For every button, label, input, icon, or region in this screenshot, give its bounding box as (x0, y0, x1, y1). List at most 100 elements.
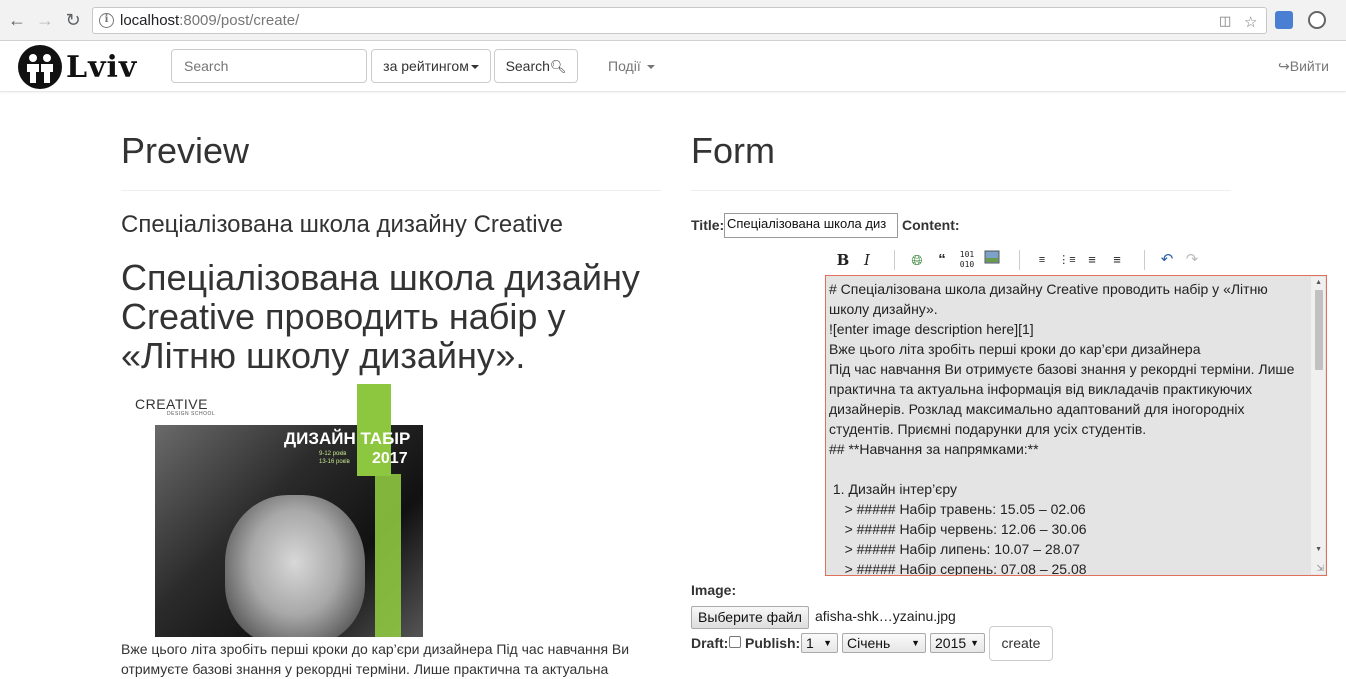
heading-icon[interactable]: ≡ (1083, 250, 1101, 270)
editor-line: > ##### Набір серпень: 07.08 – 25.08 (829, 561, 1087, 576)
poster-brand-sub: DESIGN SCHOOL (167, 411, 216, 417)
code-icon[interactable]: 101 010 (958, 250, 976, 270)
publish-month-select[interactable]: Січень ▼ (842, 633, 926, 653)
redo-icon[interactable]: ↷ (1183, 250, 1201, 270)
poster-green-bar-bottom (375, 474, 401, 637)
events-menu-label: Події (608, 58, 641, 74)
poster-ages-2: 13-16 років (319, 459, 350, 465)
search-button[interactable]: Search🔍︎ (494, 49, 578, 83)
events-menu[interactable]: Події (608, 58, 655, 74)
horizontal-rule-icon[interactable]: ≡ (1108, 250, 1126, 270)
editor-line: # Спеціалізована школа дизайну Creative … (829, 281, 1268, 297)
blockquote-icon[interactable]: “ (933, 250, 951, 270)
title-input[interactable]: Спеціалізована школа диз (724, 213, 898, 238)
toolbar-separator (1019, 250, 1020, 270)
ublock-extension-icon[interactable] (1308, 11, 1326, 29)
search-icon: 🔍︎ (549, 59, 567, 74)
logo-figures-icon (18, 45, 62, 89)
link-icon[interactable]: 🌐︎ (908, 250, 926, 270)
publish-year-select[interactable]: 2015 ▼ (930, 633, 985, 653)
poster-brand: CREATIVE (135, 396, 208, 412)
resize-handle-icon[interactable]: ⇲ (1316, 563, 1324, 574)
caret-down-icon (646, 65, 655, 70)
toolbar-separator (894, 250, 895, 270)
draft-checkbox[interactable] (729, 636, 741, 648)
preview-poster-image: CREATIVE DESIGN SCHOOL ДИЗАЙН ТАБІР 9-12… (121, 384, 431, 637)
bookmark-star-icon[interactable]: ☆ (1244, 13, 1257, 31)
publish-label: Publish: (745, 635, 801, 651)
bulleted-list-icon[interactable]: ⋮≡ (1058, 250, 1076, 270)
search-input[interactable] (171, 49, 367, 83)
translate-icon[interactable]: ◫ (1219, 13, 1231, 29)
editor-toolbar: B I 🌐︎ “ 101 010 ≡ ⋮≡ ≡ ≡ ↶ ↷ (826, 248, 1326, 272)
site-logo[interactable]: Lviv (18, 45, 158, 89)
editor-line: > ##### Набір травень: 15.05 – 02.06 (829, 501, 1086, 517)
image-icon[interactable] (983, 250, 1001, 270)
logout-label: Вийти (1289, 58, 1329, 74)
image-label: Image: (691, 582, 737, 598)
site-navbar: Lviv за рейтингом Search🔍︎ Події ↪Вийти (0, 41, 1346, 92)
editor-line: 1. Дизайн інтер’єру (829, 481, 957, 497)
address-bar[interactable]: i localhost:8009/post/create/ ◫ ☆ (92, 7, 1267, 34)
preview-heading: Preview (121, 130, 250, 171)
logout-link[interactable]: ↪Вийти (1278, 58, 1329, 75)
content-label: Content: (902, 217, 960, 233)
draft-label: Draft: (691, 635, 729, 651)
create-button[interactable]: create (989, 626, 1053, 661)
poster-camp-title: ДИЗАЙН ТАБІР (284, 429, 411, 448)
title-label: Title: (691, 217, 725, 233)
sort-dropdown-button[interactable]: за рейтингом (371, 49, 491, 83)
form-divider (691, 190, 1231, 191)
toolbar-separator (1144, 250, 1145, 270)
select-arrow-icon: ▼ (970, 638, 979, 648)
select-arrow-icon: ▼ (823, 638, 832, 648)
editor-line: ![enter image description here][1] (829, 321, 1034, 337)
publish-year-value: 2015 (935, 635, 967, 651)
caret-down-icon (470, 65, 479, 70)
editor-line: > ##### Набір червень: 12.06 – 30.06 (829, 521, 1087, 537)
editor-line: школу дизайну». (829, 301, 938, 317)
publish-day-value: 1 (806, 635, 814, 651)
site-info-icon[interactable]: i (99, 13, 114, 28)
back-icon[interactable]: ← (6, 9, 28, 31)
logout-icon: ↪ (1278, 58, 1290, 74)
scroll-down-icon[interactable]: ▼ (1315, 546, 1322, 553)
editor-line: дизайнерів. Розклад максимально адаптова… (829, 401, 1245, 417)
select-arrow-icon: ▼ (911, 638, 920, 648)
form-heading: Form (691, 130, 775, 171)
browser-chrome: ← → ↻ i localhost:8009/post/create/ ◫ ☆ (0, 0, 1346, 41)
reload-icon[interactable]: ↻ (62, 9, 84, 31)
numbered-list-icon[interactable]: ≡ (1033, 250, 1051, 270)
textarea-scrollbar-thumb[interactable] (1315, 290, 1323, 370)
google-translate-extension-icon[interactable] (1275, 11, 1293, 29)
sort-dropdown-label: за рейтингом (383, 58, 469, 74)
editor-line: Під час навчання Ви отримуєте базові зна… (829, 361, 1295, 377)
poster-face (225, 495, 365, 637)
editor-line: Вже цього літа зробіть перші кроки до ка… (829, 341, 1201, 357)
editor-line: практична та актуальна інформація від ви… (829, 381, 1253, 397)
undo-icon[interactable]: ↶ (1158, 250, 1176, 270)
preview-post-title: Спеціалізована школа дизайну Creative (121, 211, 563, 238)
preview-body-text: Вже цього літа зробіть перші кроки до ка… (121, 641, 630, 677)
publish-month-value: Січень (847, 635, 891, 651)
editor-line: ## **Навчання за напрямками:** (829, 441, 1039, 457)
choose-file-button[interactable]: Выберите файл (691, 606, 809, 629)
editor-line: > ##### Набір липень: 10.07 – 28.07 (829, 541, 1080, 557)
url-text: localhost:8009/post/create/ (120, 12, 300, 29)
forward-icon[interactable]: → (34, 9, 56, 31)
italic-icon[interactable]: I (858, 250, 876, 270)
content-textarea[interactable]: # Спеціалізована школа дизайну Creative … (825, 275, 1327, 576)
poster-year: 2017 (372, 450, 408, 467)
bold-icon[interactable]: B (834, 250, 852, 270)
poster-ages: 9-12 років 13-16 років (319, 450, 350, 466)
file-name: afisha-shk…yzainu.jpg (815, 608, 956, 624)
logo-wordmark: Lviv (66, 50, 138, 85)
preview-content-heading: Спеціалізована школа дизайну Creative пр… (121, 257, 640, 376)
editor-line: студентів. Приємні подарунки для усіх ст… (829, 421, 1147, 437)
publish-day-select[interactable]: 1 ▼ (801, 633, 838, 653)
search-button-label: Search (505, 58, 550, 74)
preview-divider (121, 190, 661, 191)
content-textarea-text: # Спеціалізована школа дизайну Creative … (829, 279, 1309, 576)
scroll-up-icon[interactable]: ▲ (1315, 279, 1322, 286)
